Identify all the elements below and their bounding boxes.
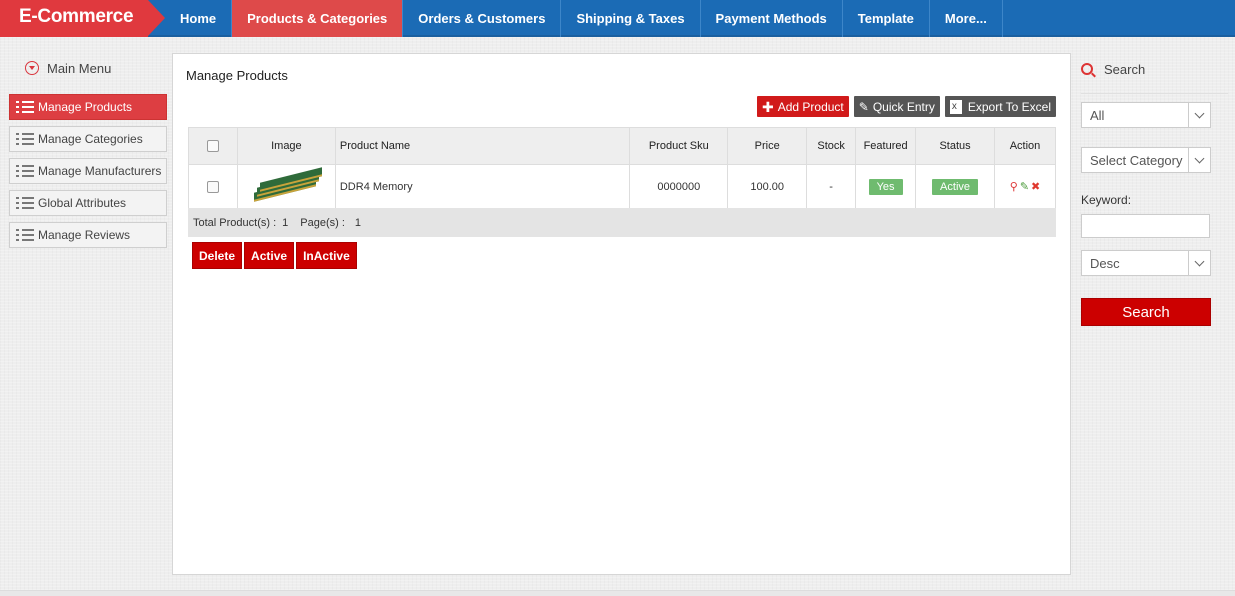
- quick-entry-button[interactable]: ✎ Quick Entry: [853, 96, 940, 117]
- column-header-status: Status: [915, 127, 995, 165]
- sort-order-value: Desc: [1090, 255, 1120, 271]
- sidebar-item-label: Manage Categories: [38, 132, 143, 146]
- product-action-cell: ⚲ ✎ ✖: [994, 164, 1056, 209]
- sidebar-item-manage-products[interactable]: Manage Products: [9, 94, 167, 120]
- nav-item-shipping-taxes[interactable]: Shipping & Taxes: [561, 0, 701, 37]
- column-header-featured: Featured: [855, 127, 917, 165]
- bulk-actions: Delete Active InActive: [192, 242, 357, 269]
- total-products-value: 1: [282, 216, 289, 229]
- column-header-action: Action: [994, 127, 1056, 165]
- view-icon[interactable]: ⚲: [1010, 180, 1018, 193]
- category-select-value: Select Category: [1090, 152, 1183, 168]
- keyword-label: Keyword:: [1081, 193, 1132, 207]
- product-stock-cell: -: [806, 164, 857, 209]
- product-image-cell: [236, 164, 336, 209]
- keyword-input[interactable]: [1081, 214, 1210, 238]
- edit-icon[interactable]: ✎: [1020, 180, 1029, 193]
- list-icon: [16, 133, 34, 145]
- status-badge[interactable]: Active: [932, 178, 979, 195]
- featured-badge[interactable]: Yes: [868, 178, 903, 195]
- delete-icon[interactable]: ✖: [1031, 180, 1040, 193]
- list-icon: [16, 101, 34, 113]
- delete-button[interactable]: Delete: [192, 242, 243, 269]
- row-select-cell: [188, 164, 238, 209]
- search-button[interactable]: Search: [1081, 298, 1211, 326]
- plus-icon: ✚: [761, 98, 774, 115]
- chevron-down-icon: [1188, 103, 1210, 127]
- sidebar-item-label: Manage Manufacturers: [38, 164, 162, 178]
- sidebar-item-label: Manage Products: [38, 100, 133, 114]
- search-title: Search: [1104, 62, 1146, 77]
- product-featured-cell: Yes: [855, 164, 917, 209]
- main-panel: Manage Products ✚ Add Product ✎ Quick En…: [172, 53, 1071, 575]
- nav-item-home[interactable]: Home: [165, 0, 233, 37]
- search-header: Search: [1081, 58, 1228, 94]
- page-title: Manage Products: [186, 68, 288, 83]
- product-price-cell: 100.00: [727, 164, 808, 209]
- category-select[interactable]: Select Category: [1081, 147, 1211, 173]
- product-sku-cell: 0000000: [629, 164, 729, 209]
- sidebar-title: Main Menu: [47, 60, 112, 76]
- list-icon: [16, 197, 34, 209]
- select-all-checkbox[interactable]: [206, 140, 219, 153]
- sidebar-menu-list: Manage Products Manage Categories Manage…: [9, 94, 167, 248]
- excel-file-icon: [949, 99, 962, 114]
- main-nav: Home Products & Categories Orders & Cust…: [165, 0, 1003, 37]
- products-table: Image Product Name Product Sku Price Sto…: [188, 127, 1056, 209]
- sidebar-item-label: Global Attributes: [38, 196, 127, 210]
- deactivate-button[interactable]: InActive: [296, 242, 357, 269]
- search-icon: [1081, 62, 1093, 75]
- brand-arrow: [148, 0, 165, 36]
- search-panel: Search All Select Category Keyword: Desc…: [1081, 58, 1228, 326]
- sidebar-header[interactable]: Main Menu: [9, 56, 167, 80]
- chevron-down-circle-icon: [25, 61, 39, 75]
- column-header-price: Price: [727, 127, 808, 165]
- add-product-label: Add Product: [777, 99, 844, 114]
- pages-value: 1: [354, 216, 362, 229]
- product-name-cell: DDR4 Memory: [334, 164, 631, 209]
- column-header-stock: Stock: [806, 127, 857, 165]
- sidebar-item-label: Manage Reviews: [38, 228, 131, 242]
- export-excel-label: Export To Excel: [967, 99, 1051, 114]
- table-row: DDR4 Memory 0000000 100.00 - Yes Active …: [188, 164, 1056, 209]
- page-bottom-border: [0, 590, 1235, 596]
- activate-button[interactable]: Active: [244, 242, 295, 269]
- column-header-image: Image: [236, 127, 336, 165]
- column-header-product-sku: Product Sku: [629, 127, 729, 165]
- add-product-button[interactable]: ✚ Add Product: [756, 96, 849, 117]
- total-products-label: Total Product(s) :: [193, 216, 277, 229]
- product-status-cell: Active: [915, 164, 995, 209]
- toolbar: ✚ Add Product ✎ Quick Entry Export To Ex…: [756, 96, 1056, 117]
- top-nav-bar: E-Commerce Home Products & Categories Or…: [0, 0, 1235, 37]
- sidebar-item-manage-categories[interactable]: Manage Categories: [9, 126, 167, 152]
- table-footer: Total Product(s) : 1 Page(s) : 1: [188, 208, 1056, 237]
- export-excel-button[interactable]: Export To Excel: [944, 96, 1056, 117]
- pages-label: Page(s) :: [300, 216, 345, 229]
- nav-item-orders-customers[interactable]: Orders & Customers: [403, 0, 562, 37]
- sidebar-item-manage-manufacturers[interactable]: Manage Manufacturers: [9, 158, 167, 184]
- brand-text: E-Commerce: [19, 5, 134, 27]
- nav-item-more[interactable]: More...: [930, 0, 1003, 37]
- list-icon: [16, 229, 34, 241]
- brand-logo[interactable]: E-Commerce: [0, 0, 165, 37]
- sidebar-item-manage-reviews[interactable]: Manage Reviews: [9, 222, 167, 248]
- column-header-product-name: Product Name: [334, 127, 631, 165]
- nav-item-payment-methods[interactable]: Payment Methods: [701, 0, 843, 37]
- nav-item-template[interactable]: Template: [843, 0, 930, 37]
- nav-item-products-categories[interactable]: Products & Categories: [232, 0, 404, 37]
- filter-all-select[interactable]: All: [1081, 102, 1211, 128]
- product-image-ram[interactable]: [252, 166, 323, 203]
- sort-order-select[interactable]: Desc: [1081, 250, 1211, 276]
- sidebar-item-global-attributes[interactable]: Global Attributes: [9, 190, 167, 216]
- select-all-header: [188, 127, 238, 165]
- list-icon: [16, 165, 34, 177]
- chevron-down-icon: [1188, 148, 1210, 172]
- chevron-down-icon: [1188, 251, 1210, 275]
- sidebar: Main Menu Manage Products Manage Categor…: [9, 56, 167, 254]
- row-checkbox[interactable]: [206, 180, 219, 193]
- table-header-row: Image Product Name Product Sku Price Sto…: [188, 127, 1056, 165]
- pencil-icon: ✎: [858, 99, 869, 114]
- filter-all-value: All: [1090, 107, 1105, 123]
- quick-entry-label: Quick Entry: [872, 99, 935, 114]
